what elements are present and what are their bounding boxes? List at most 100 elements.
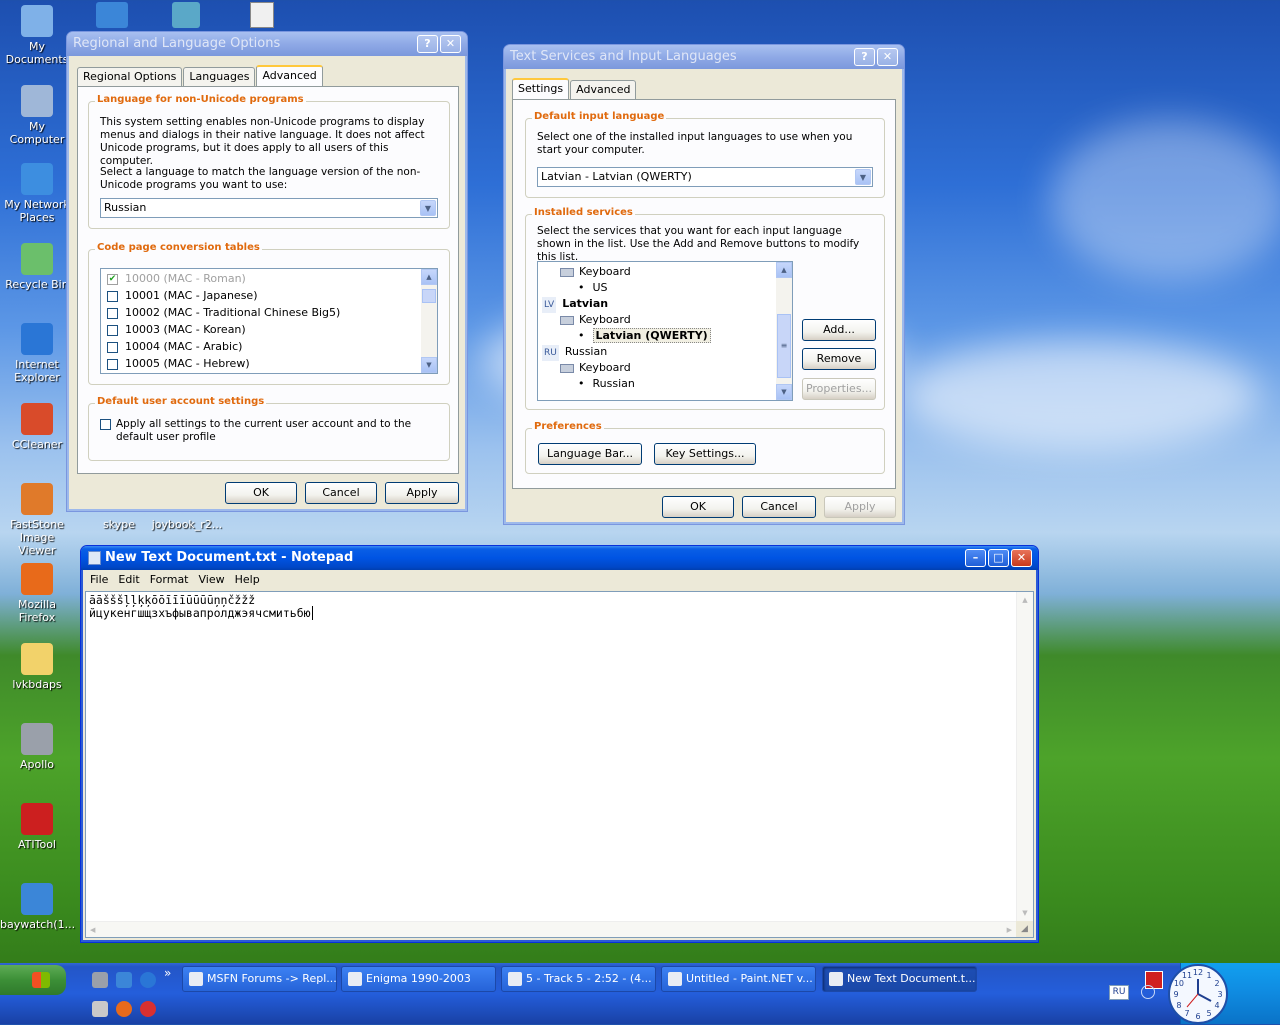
start-button[interactable]: start [0, 965, 66, 995]
menu-help[interactable]: Help [230, 570, 265, 590]
scroll-up-icon[interactable]: ▲ [1017, 592, 1033, 608]
taskbar-button[interactable]: MSFN Forums -> Repl... [182, 966, 337, 992]
code-page-item[interactable]: 10003 (MAC - Korean) [101, 321, 437, 338]
ok-button[interactable]: OK [225, 482, 297, 504]
scroll-up-icon[interactable]: ▲ [776, 262, 792, 278]
title-bar[interactable]: Regional and Language Options ? ✕ [67, 32, 467, 56]
desktop-icon[interactable]: ATITool [0, 803, 74, 851]
properties-button[interactable]: Properties... [802, 378, 876, 400]
add-button[interactable]: Add... [802, 319, 876, 341]
desktop-icon[interactable]: My Network Places [0, 163, 74, 224]
text-editor[interactable]: āāšššļļķķōōīīīūūūūņņčžžž йцукенгшщзхъфыв… [85, 591, 1034, 938]
desktop-icon[interactable]: Apollo [0, 723, 74, 771]
apply-button[interactable]: Apply [824, 496, 896, 518]
scroll-down-icon[interactable]: ▼ [1017, 905, 1033, 921]
scrollbar[interactable]: ▲ ≡ ▼ [776, 262, 792, 400]
tray-icon[interactable] [1141, 985, 1155, 999]
language-bar-button[interactable]: Language Bar... [538, 443, 642, 465]
installed-services-tree[interactable]: Keyboard • US LV Latvian Keyboard • Latvian (QW… [537, 261, 793, 401]
code-page-item[interactable]: 10001 (MAC - Japanese) [101, 287, 437, 304]
desktop-icon[interactable]: Recycle Bin [0, 243, 74, 291]
scrollbar[interactable]: ▲ ▼ [421, 269, 437, 373]
help-button[interactable]: ? [854, 48, 875, 66]
tab-languages[interactable]: Languages [183, 67, 256, 86]
horizontal-scrollbar[interactable]: ◀ ▶ [86, 921, 1016, 937]
default-input-language-select[interactable]: Latvian - Latvian (QWERTY) ▼ [537, 167, 873, 187]
service-tree-item[interactable]: • US [538, 280, 792, 296]
chevron-down-icon[interactable]: ▼ [855, 169, 871, 185]
menu-format[interactable]: Format [145, 570, 194, 590]
media-icon[interactable] [92, 1001, 108, 1017]
taskbar-button[interactable]: 5 - Track 5 - 2:52 - (4... [501, 966, 656, 992]
taskbar-button[interactable]: Untitled - Paint.NET v... [661, 966, 816, 992]
minimize-button[interactable]: – [965, 549, 986, 567]
code-page-item[interactable]: 10004 (MAC - Arabic) [101, 338, 437, 355]
internet-explorer-icon[interactable] [140, 972, 156, 988]
language-indicator[interactable]: RU [1109, 985, 1129, 1000]
joybook-desktop-label[interactable]: joybook_r2... [150, 518, 224, 531]
service-tree-item[interactable]: Keyboard [538, 312, 792, 328]
menu-view[interactable]: View [194, 570, 230, 590]
scroll-up-icon[interactable]: ▲ [421, 269, 437, 285]
maximize-button[interactable]: □ [988, 549, 1009, 567]
cancel-button[interactable]: Cancel [742, 496, 816, 518]
scroll-thumb[interactable]: ≡ [777, 314, 791, 378]
menu-file[interactable]: File [85, 570, 113, 590]
scroll-right-icon[interactable]: ▶ [1007, 922, 1012, 938]
resize-grip-icon[interactable]: ◢ [1016, 921, 1033, 937]
chevron-down-icon[interactable]: ▼ [420, 200, 436, 216]
close-button[interactable]: ✕ [1011, 549, 1032, 567]
apply-to-default-checkbox[interactable]: Apply all settings to the current user a… [100, 418, 440, 444]
taskbar-button[interactable]: New Text Document.t... [822, 966, 977, 992]
desktop-icon[interactable]: lvkbdaps [0, 643, 74, 691]
service-tree-item[interactable]: Keyboard [538, 360, 792, 376]
code-page-list[interactable]: ✔ 10000 (MAC - Roman) 10001 (MAC - Japanes… [100, 268, 438, 374]
taskbar-button[interactable]: Enigma 1990-2003 [341, 966, 496, 992]
menu-edit[interactable]: Edit [113, 570, 144, 590]
apply-button[interactable]: Apply [385, 482, 459, 504]
wmv-file-icon[interactable] [96, 2, 128, 28]
code-page-item[interactable]: ✔ 10000 (MAC - Roman) [101, 270, 437, 287]
title-bar[interactable]: Text Services and Input Languages ? ✕ [504, 45, 904, 69]
service-tree-item[interactable]: • Russian [538, 376, 792, 392]
checkbox[interactable]: ✔ [107, 273, 118, 285]
scroll-down-icon[interactable]: ▼ [421, 357, 437, 373]
vertical-scrollbar[interactable]: ▲ ▼ [1016, 592, 1033, 921]
desktop-icon[interactable]: Mozilla Firefox [0, 563, 74, 624]
checkbox[interactable] [107, 358, 118, 370]
checkbox[interactable] [107, 324, 118, 336]
ok-button[interactable]: OK [662, 496, 734, 518]
help-button[interactable]: ? [417, 35, 438, 53]
firefox-icon[interactable] [116, 1001, 132, 1017]
close-button[interactable]: ✕ [877, 48, 898, 66]
close-button[interactable]: ✕ [440, 35, 461, 53]
wmv-file-icon[interactable] [116, 972, 132, 988]
tab-settings[interactable]: Settings [512, 78, 570, 100]
checkbox[interactable] [107, 290, 118, 302]
desktop-icon[interactable]: baywatch(1... [0, 883, 75, 931]
apollo-icon[interactable] [92, 972, 108, 988]
scroll-thumb[interactable] [422, 289, 436, 303]
quick-launch-more-button[interactable]: » [164, 966, 171, 980]
desktop-icon[interactable]: CCleaner [0, 403, 74, 451]
code-page-item[interactable]: 10005 (MAC - Hebrew) [101, 355, 437, 372]
desktop-icon[interactable]: My Computer [0, 85, 74, 146]
analog-clock[interactable]: 12 1234567891011 [1167, 963, 1229, 1025]
service-tree-item[interactable]: LV Latvian [538, 296, 792, 313]
service-tree-item[interactable]: RU Russian [538, 344, 792, 361]
skype-desktop-label[interactable]: skype [82, 518, 156, 531]
opera-icon[interactable] [140, 1001, 156, 1017]
desktop-icon[interactable]: Internet Explorer [0, 323, 74, 384]
scroll-left-icon[interactable]: ◀ [90, 922, 95, 938]
tab-advanced[interactable]: Advanced [256, 65, 323, 87]
key-settings-button[interactable]: Key Settings... [654, 443, 756, 465]
desktop-icon[interactable]: My Documents [0, 5, 74, 66]
checkbox[interactable] [100, 418, 111, 430]
non-unicode-language-select[interactable]: Russian ▼ [100, 198, 438, 218]
document-icon[interactable] [250, 2, 274, 28]
remove-button[interactable]: Remove [802, 348, 876, 370]
cancel-button[interactable]: Cancel [305, 482, 377, 504]
title-bar[interactable]: New Text Document.txt - Notepad – □ ✕ [81, 546, 1038, 570]
desktop-icon[interactable]: FastStone Image Viewer [0, 483, 74, 557]
tab-advanced[interactable]: Advanced [570, 80, 637, 99]
